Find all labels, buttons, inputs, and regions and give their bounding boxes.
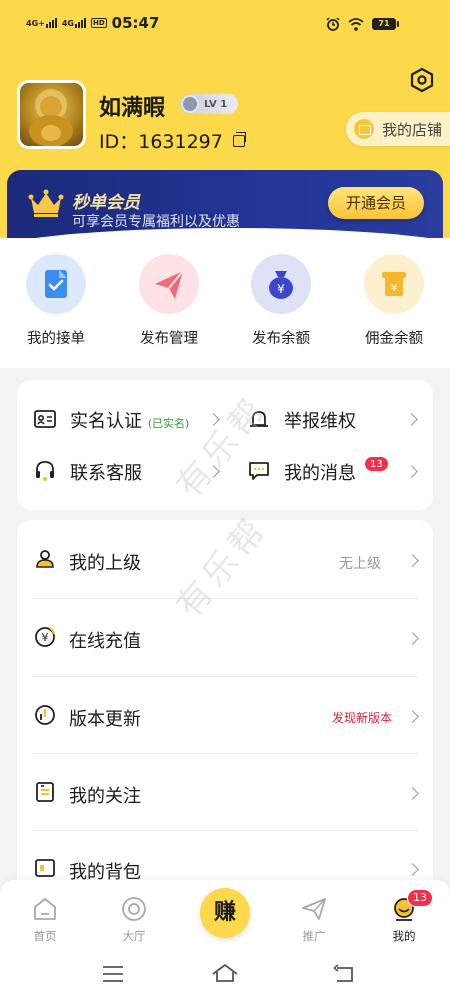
vip-title: 秒单会员 [72,193,140,213]
chevron-right-icon [405,413,418,426]
back-icon[interactable] [331,964,355,984]
menu-item-recharge[interactable]: ¥ 在线充值 [32,618,420,658]
crown-icon [28,189,64,217]
divider [32,676,418,677]
backpack-icon [35,859,55,877]
signal-2-icon: 4G [62,18,86,28]
update-icon [35,705,55,725]
clock-time: 05:47 [111,14,160,32]
customer-service-label: 联系客服 [70,463,142,484]
paper-plane-icon [139,254,199,314]
chevron-right-icon [405,465,418,478]
menu-item-label: 在线充值 [69,631,141,652]
open-vip-button[interactable]: 开通会员 [328,187,424,219]
user-id: ID：1631297 [99,127,246,154]
mine-notification-badge: 13 [407,889,433,907]
battery-level: 71 [378,19,390,28]
new-version-tag: 发现新版本 [332,711,393,725]
username: 如满暇 [99,96,166,121]
headset-icon [36,461,54,481]
document-check-icon [26,254,86,314]
quick-action-commission-balance[interactable]: ¥ 佣金余额 [349,254,439,348]
chevron-right-icon [406,787,419,800]
wifi-icon [348,17,364,31]
my-store-button[interactable]: 我的店铺 [346,112,450,146]
nav-mine-label: 我的 [392,929,416,943]
menu-item-label: 我的上级 [69,553,141,574]
yuan-coin-icon: ¥ [35,627,56,647]
hexagon-settings-icon [410,67,434,93]
divider [32,830,418,831]
real-name-verify-item[interactable]: 实名认证 (已实名) [32,404,220,436]
quick-action-publish-balance[interactable]: ¥ 发布余额 [236,254,326,348]
nav-hall[interactable]: 大厅 [104,896,164,944]
chevron-right-icon [406,710,419,723]
home-gesture-icon[interactable] [210,962,240,984]
quick-action-my-orders[interactable]: 我的接单 [11,254,101,348]
earn-button[interactable]: 赚 [200,888,250,938]
alarm-icon [326,17,340,31]
coin-card-icon: ¥ [364,254,424,314]
report-rights-item[interactable]: 举报维权 [248,404,418,436]
settings-button[interactable] [408,66,436,94]
chevron-right-icon [406,632,419,645]
copy-icon[interactable] [232,131,246,147]
user-id-text: ID：1631297 [99,131,223,153]
divider [32,753,418,754]
chevron-right-icon [406,863,419,876]
store-icon [354,119,374,139]
menu-item-following[interactable]: 我的关注 [32,773,420,813]
home-icon [31,896,59,922]
my-messages-item[interactable]: 我的消息 13 [248,456,418,488]
quick-action-label: 发布余额 [252,331,310,347]
hd-icon: HD [90,18,107,28]
nav-home[interactable]: 首页 [15,896,75,944]
level-text: LV 1 [204,98,228,110]
verified-tag: (已实名) [147,417,190,430]
quick-action-label: 佣金余额 [365,331,423,347]
menu-icon[interactable] [101,965,125,983]
network-type-1: 4G+ [26,19,45,28]
menu-item-version-update[interactable]: 版本更新 发现新版本 [32,696,420,736]
menu-item-label: 我的关注 [69,786,141,807]
menu-item-label: 版本更新 [69,709,141,730]
signal-1-icon: 4G+ [26,18,57,28]
svg-text:¥: ¥ [42,631,49,644]
chat-bubble-icon [249,462,269,480]
level-badge: LV 1 [180,94,238,114]
level-medal-icon [181,95,199,113]
nav-promote-label: 推广 [302,929,326,943]
network-type-2: 4G [61,19,74,28]
quick-action-label: 发布管理 [140,331,198,347]
id-card-icon [34,410,56,428]
nav-promote[interactable]: 推广 [284,896,344,944]
quick-action-publish-manage[interactable]: 发布管理 [124,254,214,348]
my-store-label: 我的店铺 [382,120,443,139]
money-bag-icon: ¥ [251,254,311,314]
svg-text:¥: ¥ [391,283,397,294]
vip-subtitle: 可享会员专属福利以及优惠 [72,214,240,230]
quick-action-label: 我的接单 [27,331,85,347]
chevron-right-icon [406,554,419,567]
target-icon [120,896,148,922]
user-icon [36,550,54,568]
following-list-icon [36,782,54,802]
svg-text:¥: ¥ [277,282,285,296]
avatar[interactable] [17,80,86,149]
paper-plane-nav-icon [300,896,328,922]
my-messages-label: 我的消息 [284,463,356,484]
divider [32,598,418,599]
superior-value: 无上级 [339,556,381,572]
messages-count-badge: 13 [364,456,389,472]
report-rights-label: 举报维权 [284,411,356,432]
status-bar: 4G+ 4G HD 05:47 71 [0,0,450,50]
nav-hall-label: 大厅 [122,929,146,943]
nav-home-label: 首页 [33,929,57,943]
real-name-verify-label: 实名认证 [70,411,142,432]
battery-icon: 71 [372,18,399,30]
